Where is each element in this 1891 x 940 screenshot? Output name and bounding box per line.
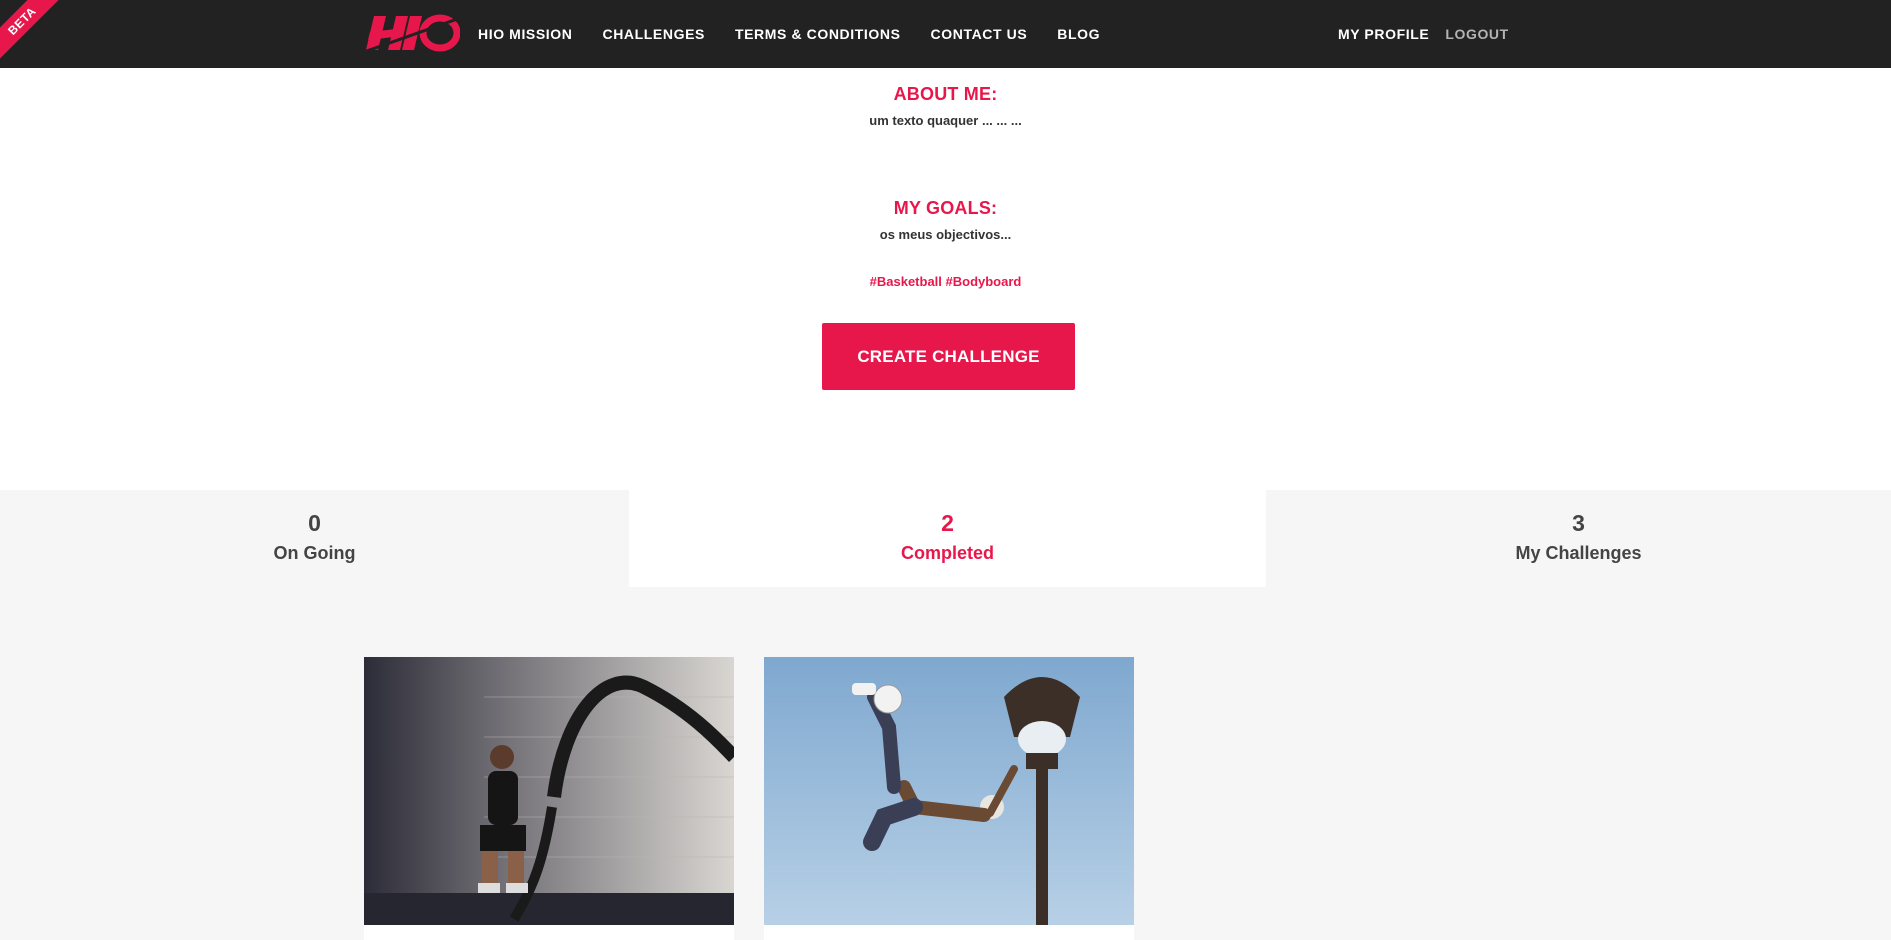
my-profile-link[interactable]: MY PROFILE — [1338, 26, 1429, 42]
tab-completed[interactable]: 2 Completed — [629, 490, 1266, 587]
my-goals-text: os meus objectivos... — [879, 227, 1012, 242]
interest-tags[interactable]: #Basketball #Bodyboard — [0, 274, 1891, 289]
logout-link[interactable]: LOGOUT — [1445, 26, 1508, 42]
hio-logo[interactable] — [364, 12, 460, 54]
about-me-text: um texto quaquer ... ... ... — [869, 113, 1022, 128]
nav-contact-us[interactable]: CONTACT US — [931, 26, 1028, 42]
my-challenges-label: My Challenges — [1515, 543, 1642, 563]
nav-challenges[interactable]: CHALLENGES — [603, 26, 705, 42]
completed-label: Completed — [900, 543, 994, 563]
freestyle-football-lamp-post-photo — [764, 657, 1134, 925]
nav-hio-mission[interactable]: HIO MISSION — [478, 26, 573, 42]
challenge-card[interactable] — [764, 657, 1134, 940]
my-goals-title: MY GOALS: — [893, 198, 998, 218]
tab-on-going[interactable]: 0 On Going — [0, 490, 629, 587]
create-challenge-button[interactable]: CREATE CHALLENGE — [822, 323, 1075, 390]
completed-count: 2 — [941, 510, 954, 536]
challenge-card[interactable] — [364, 657, 734, 940]
user-nav: MY PROFILE LOGOUT — [1338, 0, 1509, 68]
my-challenges-count: 3 — [1572, 510, 1585, 536]
battle-ropes-workout-photo — [364, 657, 734, 925]
top-navigation-bar: BETA HIO MISSION CHALLENGES TERMS & COND… — [0, 0, 1891, 72]
on-going-label: On Going — [273, 543, 356, 563]
about-me-section: ABOUT ME: um texto quaquer ... ... ... — [0, 84, 1891, 128]
nav-blog[interactable]: BLOG — [1057, 26, 1100, 42]
tab-my-challenges[interactable]: 3 My Challenges — [1266, 490, 1891, 587]
about-me-title: ABOUT ME: — [893, 84, 998, 104]
my-goals-section: MY GOALS: os meus objectivos... — [0, 198, 1891, 242]
beta-badge: BETA — [0, 0, 73, 72]
main-nav: HIO MISSION CHALLENGES TERMS & CONDITION… — [478, 0, 1100, 68]
on-going-count: 0 — [308, 510, 321, 536]
nav-terms-conditions[interactable]: TERMS & CONDITIONS — [735, 26, 901, 42]
